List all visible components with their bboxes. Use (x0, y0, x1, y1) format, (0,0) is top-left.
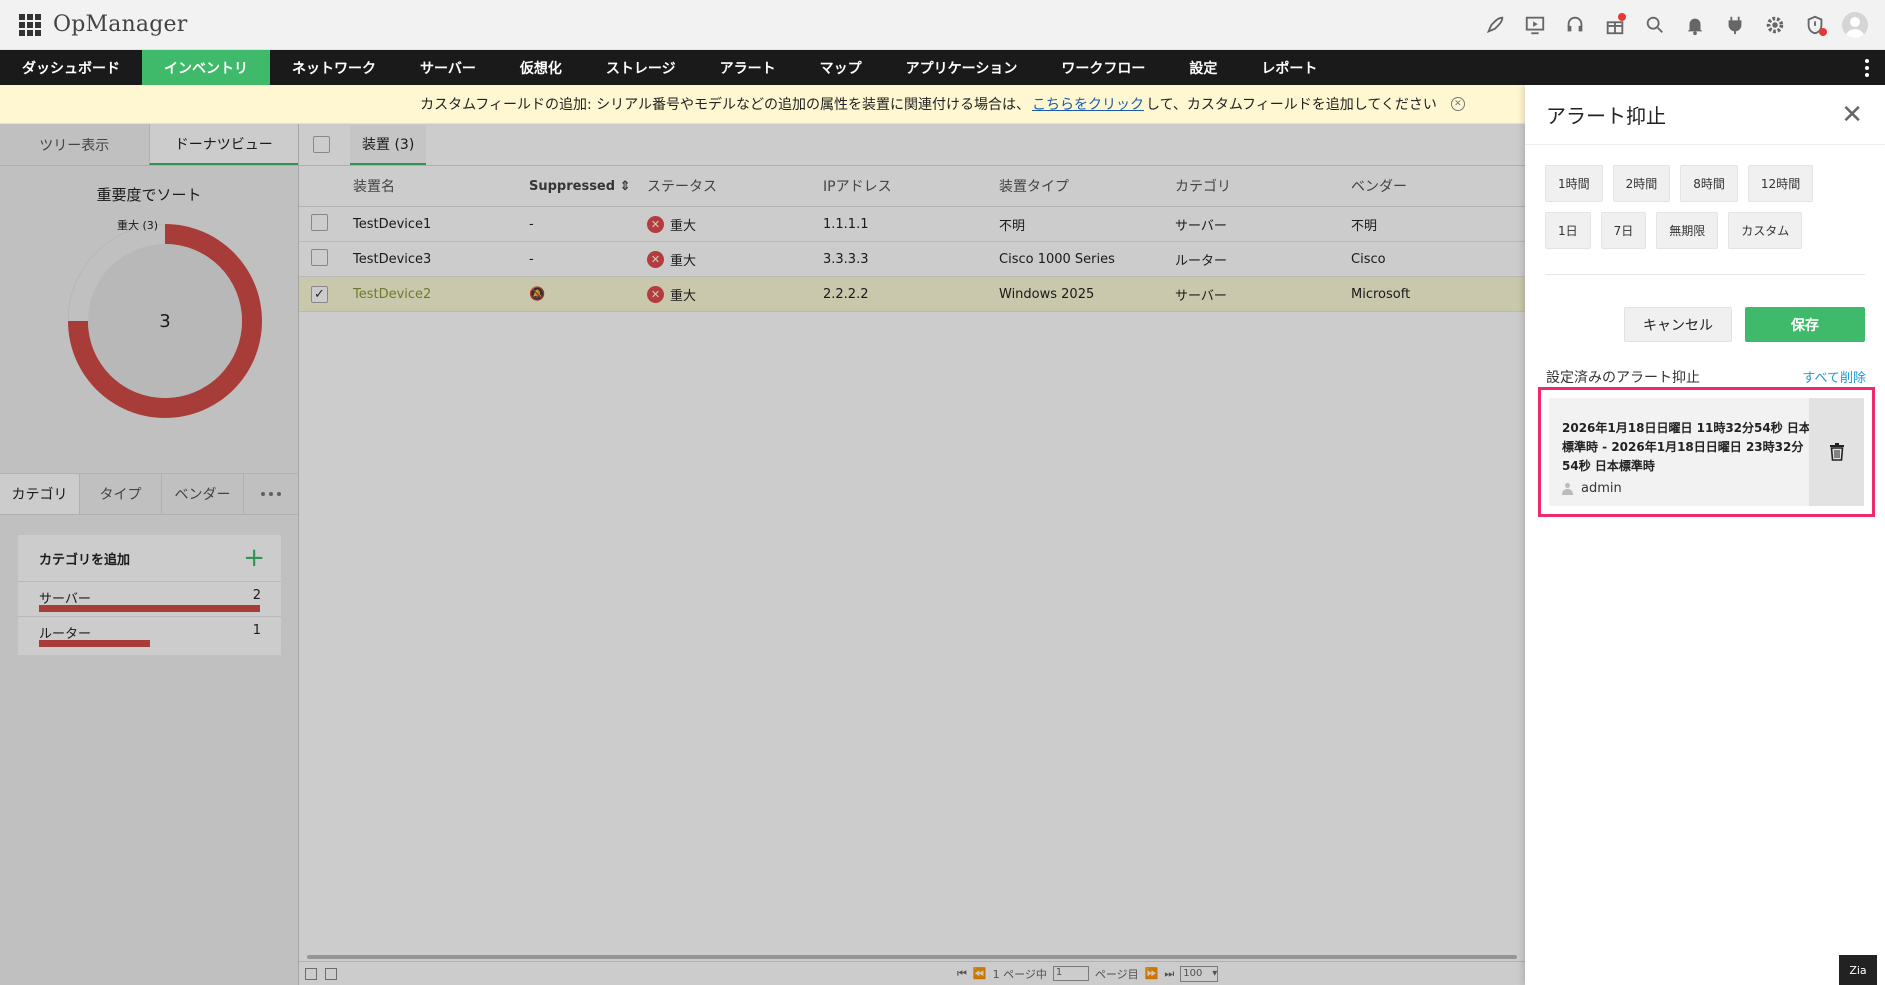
trash-icon (1829, 443, 1844, 461)
banner-suffix: して、カスタムフィールドを追加してください (1145, 97, 1437, 113)
duration-7d-button[interactable]: 7日 (1600, 212, 1647, 249)
bell-icon[interactable] (1675, 0, 1715, 50)
nav-maps[interactable]: マップ (798, 50, 884, 85)
duration-2h-button[interactable]: 2時間 (1612, 165, 1671, 202)
drawer-divider (1545, 274, 1865, 275)
close-icon[interactable]: ✕ (1841, 102, 1863, 128)
modal-overlay[interactable] (0, 124, 1525, 985)
nav-storage[interactable]: ストレージ (584, 50, 698, 85)
nav-servers[interactable]: サーバー (398, 50, 498, 85)
shield-alert-icon[interactable] (1795, 0, 1835, 50)
top-bar: OpManager (0, 0, 1885, 50)
banner-close-icon[interactable]: ✕ (1450, 97, 1465, 111)
alarm-suppression-drawer: アラート抑止 ✕ 1時間 2時間 8時間 12時間 1日 7日 無期限 カスタム… (1525, 85, 1885, 985)
configured-header: 設定済みのアラート抑止 すべて削除 (1546, 367, 1866, 387)
rocket-icon[interactable] (1475, 0, 1515, 50)
suppression-user-name: admin (1581, 481, 1622, 496)
cancel-button[interactable]: キャンセル (1624, 307, 1732, 342)
gear-icon[interactable] (1755, 0, 1795, 50)
user-icon (1562, 482, 1573, 495)
suppression-user: admin (1562, 481, 1622, 496)
nav-inventory[interactable]: インベントリ (142, 50, 270, 85)
zia-assistant-button[interactable]: Zia (1839, 955, 1877, 985)
nav-more-icon[interactable] (1859, 50, 1875, 85)
suppression-entry-highlight: 2026年1月18日日曜日 11時32分54秒 日本標準時 - 2026年1月1… (1538, 387, 1875, 517)
duration-1h-button[interactable]: 1時間 (1545, 165, 1603, 202)
duration-indefinite-button[interactable]: 無期限 (1656, 212, 1719, 249)
app-title: OpManager (53, 12, 188, 37)
nav-applications[interactable]: アプリケーション (884, 50, 1040, 85)
main-nav: ダッシュボード インベントリ ネットワーク サーバー 仮想化 ストレージ アラー… (0, 50, 1885, 85)
duration-1d-button[interactable]: 1日 (1545, 212, 1591, 249)
gift-notification-dot (1618, 13, 1626, 21)
suppression-range: 2026年1月18日日曜日 11時32分54秒 日本標準時 - 2026年1月1… (1562, 421, 1811, 473)
duration-custom-button[interactable]: カスタム (1728, 212, 1803, 249)
nav-network[interactable]: ネットワーク (270, 50, 398, 85)
user-avatar[interactable] (1835, 0, 1875, 50)
shield-notification-dot (1819, 28, 1827, 36)
duration-8h-button[interactable]: 8時間 (1680, 165, 1738, 202)
search-icon[interactable] (1635, 0, 1675, 50)
avatar-icon (1842, 12, 1868, 38)
suppression-entry: 2026年1月18日日曜日 11時32分54秒 日本標準時 - 2026年1月1… (1549, 398, 1864, 506)
drawer-actions: キャンセル 保存 (1624, 307, 1865, 342)
top-icons (1475, 0, 1875, 50)
nav-alarms[interactable]: アラート (698, 50, 798, 85)
banner-link[interactable]: こちらをクリック (1032, 94, 1144, 114)
drawer-header: アラート抑止 ✕ (1525, 85, 1885, 145)
delete-entry-button[interactable] (1809, 398, 1864, 506)
gift-icon[interactable] (1595, 0, 1635, 50)
nav-settings[interactable]: 設定 (1167, 50, 1239, 85)
delete-all-link[interactable]: すべて削除 (1802, 367, 1866, 387)
nav-dashboard[interactable]: ダッシュボード (0, 50, 142, 85)
plug-icon[interactable] (1715, 0, 1755, 50)
banner-prefix: カスタムフィールドの追加: シリアル番号やモデルなどの追加の属性を装置に関連付け… (420, 97, 1030, 113)
nav-virtualization[interactable]: 仮想化 (498, 50, 584, 85)
duration-options: 1時間 2時間 8時間 12時間 1日 7日 無期限 カスタム (1525, 145, 1885, 249)
apps-grid-icon[interactable] (19, 13, 41, 36)
configured-title: 設定済みのアラート抑止 (1546, 370, 1700, 386)
save-button[interactable]: 保存 (1745, 307, 1865, 342)
nav-reports[interactable]: レポート (1239, 50, 1339, 85)
drawer-title: アラート抑止 (1546, 104, 1666, 128)
monitor-icon[interactable] (1515, 0, 1555, 50)
nav-workflow[interactable]: ワークフロー (1039, 50, 1167, 85)
duration-12h-button[interactable]: 12時間 (1747, 165, 1814, 202)
headset-icon[interactable] (1555, 0, 1595, 50)
